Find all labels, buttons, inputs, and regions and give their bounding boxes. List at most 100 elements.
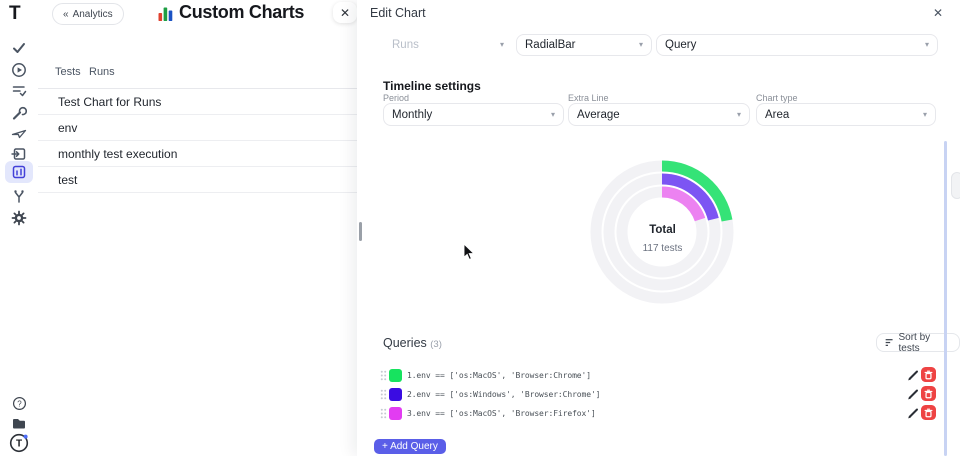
close-icon: ✕ (933, 6, 943, 20)
mouse-cursor (463, 243, 475, 261)
query-text: 1.env == ['os:MacOS', 'Browser:Chrome'] (407, 371, 591, 380)
timeline-settings-heading: Timeline settings (383, 79, 481, 93)
trash-icon (924, 408, 933, 418)
delete-query-button[interactable] (921, 367, 936, 382)
chevron-down-icon: ▾ (639, 41, 643, 49)
sidebar-item-projects[interactable] (5, 412, 33, 434)
drag-handle-icon[interactable] (380, 408, 387, 419)
pulse-icon (11, 125, 27, 141)
panel-resize-handle[interactable] (359, 222, 362, 241)
radial-bar-chart: Total 117 tests (575, 150, 750, 315)
list-item-test-chart-for-runs[interactable]: Test Chart for Runs (38, 89, 360, 115)
edit-pencil-icon[interactable] (906, 406, 920, 420)
queries-count: (3) (430, 339, 442, 350)
sidebar-item-help[interactable]: ? (5, 392, 33, 414)
chart-total-tests: 117 tests (575, 243, 750, 254)
trash-icon (924, 389, 933, 399)
chevron-down-icon: ▾ (500, 41, 504, 49)
edit-chart-close-button[interactable]: ✕ (929, 4, 947, 22)
check-icon (11, 40, 27, 56)
data-mode-select[interactable]: Query ▾ (656, 34, 938, 56)
back-to-analytics-button[interactable]: « Analytics (52, 3, 124, 25)
data-mode-select-value: Query (665, 39, 696, 51)
source-select[interactable]: Runs ▾ (383, 34, 513, 56)
svg-text:T: T (16, 439, 22, 450)
list-item-monthly-test-execution[interactable]: monthly test execution (38, 141, 360, 167)
drag-handle-icon[interactable] (380, 389, 387, 400)
custom-charts-icon (11, 164, 27, 180)
tab-tests[interactable]: Tests (55, 66, 81, 78)
trash-icon (924, 370, 933, 380)
chart-type-label: Chart type (756, 93, 798, 103)
sort-by-tests-button[interactable]: Sort by tests (876, 333, 960, 352)
chevron-down-icon: ▾ (923, 111, 927, 119)
delete-query-button[interactable] (921, 405, 936, 420)
folder-icon (11, 415, 27, 431)
query-text: 3.env == ['os:MacOS', 'Browser:Firefox'] (407, 409, 596, 418)
query-color-swatch (389, 407, 402, 420)
delete-query-button[interactable] (921, 386, 936, 401)
sort-icon (885, 338, 894, 348)
settings-gear-icon (11, 210, 27, 226)
edit-pencil-icon[interactable] (906, 387, 920, 401)
charts-list-panel: « Analytics Custom Charts ✕ Tests Runs T… (38, 0, 360, 456)
app-sidebar: T (0, 0, 39, 456)
list-item-env[interactable]: env (38, 115, 360, 141)
queries-heading-text: Queries (383, 336, 427, 350)
period-label: Period (383, 93, 409, 103)
page-title: Custom Charts (179, 2, 304, 23)
sidebar-item-custom-charts[interactable] (5, 161, 33, 183)
sidebar-item-plans[interactable] (5, 80, 33, 102)
sidebar-item-pulse[interactable] (5, 122, 33, 144)
source-select-value: Runs (392, 39, 419, 51)
chart-total-label: Total (575, 224, 750, 236)
query-row-3: 3.env == ['os:MacOS', 'Browser:Firefox'] (357, 404, 960, 423)
chart-kind-select[interactable]: RadialBar ▾ (516, 34, 652, 56)
edit-chart-title: Edit Chart (370, 6, 426, 20)
period-select[interactable]: Monthly ▾ (383, 103, 564, 126)
sidebar-item-settings[interactable] (5, 207, 33, 229)
list-item-test[interactable]: test (38, 167, 360, 193)
back-button-label: Analytics (73, 9, 113, 20)
extra-line-select-value: Average (577, 109, 620, 121)
close-icon: ✕ (340, 6, 350, 20)
edit-pencil-icon[interactable] (906, 368, 920, 382)
extra-line-select[interactable]: Average ▾ (568, 103, 750, 126)
branch-icon (11, 188, 27, 204)
sidebar-item-tests[interactable] (5, 37, 33, 59)
query-row-1: 1.env == ['os:MacOS', 'Browser:Chrome'] (357, 366, 960, 385)
help-icon: ? (12, 396, 27, 411)
panel-scrollbar[interactable] (944, 141, 947, 456)
list-panel-close-button[interactable]: ✕ (333, 2, 357, 23)
chevron-down-icon: ▾ (737, 111, 741, 119)
drag-handle-icon[interactable] (380, 370, 387, 381)
play-circle-icon (11, 62, 27, 78)
tab-runs[interactable]: Runs (89, 66, 115, 78)
app-logo: T (9, 3, 20, 25)
bar-chart-icon (157, 5, 174, 22)
chart-type-select-value: Area (765, 109, 789, 121)
wrench-icon (11, 105, 27, 121)
add-query-button[interactable]: + Add Query (374, 439, 446, 454)
edit-chart-panel: Edit Chart ✕ Runs ▾ RadialBar ▾ Query ▾ … (357, 0, 960, 456)
query-row-2: 2.env == ['os:Windows', 'Browser:Chrome'… (357, 385, 960, 404)
right-edge-handle[interactable] (951, 172, 960, 199)
sidebar-item-branches[interactable] (5, 185, 33, 207)
queries-heading: Queries (3) (383, 336, 442, 350)
svg-text:?: ? (17, 399, 22, 408)
chevron-down-icon: ▾ (551, 111, 555, 119)
period-select-value: Monthly (392, 109, 432, 121)
extra-line-label: Extra Line (568, 93, 609, 103)
sidebar-item-runs[interactable] (5, 59, 33, 81)
query-text: 2.env == ['os:Windows', 'Browser:Chrome'… (407, 390, 600, 399)
task-list-icon (11, 83, 27, 99)
query-color-swatch (389, 369, 402, 382)
chart-type-select[interactable]: Area ▾ (756, 103, 936, 126)
profile-avatar[interactable]: T (5, 432, 33, 454)
query-color-swatch (389, 388, 402, 401)
chart-kind-select-value: RadialBar (525, 39, 576, 51)
sidebar-item-tools[interactable] (5, 102, 33, 124)
chevron-down-icon: ▾ (925, 41, 929, 49)
avatar-icon: T (9, 433, 29, 453)
back-chevrons-icon: « (63, 9, 69, 20)
